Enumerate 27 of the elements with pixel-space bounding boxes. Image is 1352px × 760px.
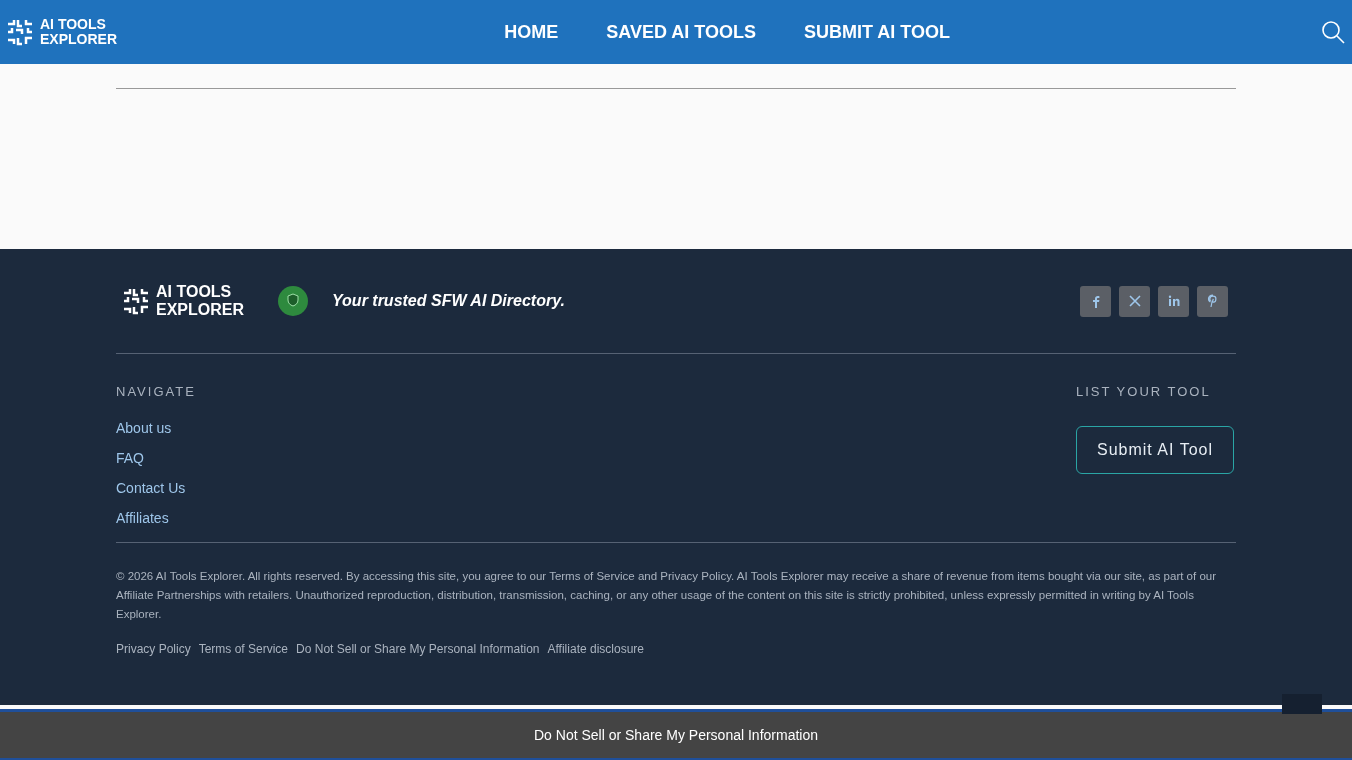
facebook-icon[interactable] <box>1080 285 1111 317</box>
logo-text: AI TOOLS EXPLORER <box>40 16 118 48</box>
section-heading: LIST YOUR TOOL <box>1076 383 1211 401</box>
section-heading: NAVIGATE <box>116 383 196 401</box>
pinterest-icon[interactable] <box>1197 285 1228 317</box>
logo-text: AI TOOLS EXPLORER <box>156 283 245 319</box>
footer-link[interactable]: Contact Us <box>116 477 196 499</box>
x-icon[interactable] <box>1119 285 1150 317</box>
footer-link[interactable]: FAQ <box>116 447 196 469</box>
shield-badge-icon <box>278 286 308 316</box>
footer-link[interactable]: About us <box>116 417 196 439</box>
legal-link[interactable]: Affiliate disclosure <box>547 640 644 658</box>
copyright-text: © 2026 AI Tools Explorer. All rights reserved. By accessing this site, you agree to our Terms of Service and Privacy Policy. AI Tools Explorer may receive a share of revenue from items bought via our site, as part of our Affiliate Partnerships with retailers. Unauthorized reproduction, distribution, transmission, caching, or any other usage of the content on this site is strictly prohibited, unless expressly permitted in writing by AI Tools Explorer. <box>116 569 1217 622</box>
nav-link[interactable]: HOME <box>504 18 559 46</box>
submit-tool-button[interactable]: Submit AI Tool <box>1076 425 1234 474</box>
nav-link[interactable]: SUBMIT AI TOOL <box>804 18 950 46</box>
footer-logo[interactable]: AI TOOLS EXPLORER <box>120 283 246 319</box>
site-logo[interactable]: AI TOOLS EXPLORER <box>4 16 120 48</box>
search-icon[interactable] <box>1320 19 1346 45</box>
tagline: Your trusted SFW AI Directory. <box>332 291 565 311</box>
nav-link[interactable]: SAVED AI TOOLS <box>606 18 756 46</box>
footer-link[interactable]: Affiliates <box>116 507 196 529</box>
legal-link[interactable]: Privacy Policy <box>116 640 191 658</box>
legal-link[interactable]: Terms of Service <box>198 640 289 658</box>
do-not-sell-link[interactable]: Do Not Sell or Share My Personal Information <box>534 724 818 746</box>
linkedin-icon[interactable] <box>1158 285 1189 317</box>
legal-link[interactable]: Do Not Sell or Share My Personal Information <box>296 640 540 658</box>
